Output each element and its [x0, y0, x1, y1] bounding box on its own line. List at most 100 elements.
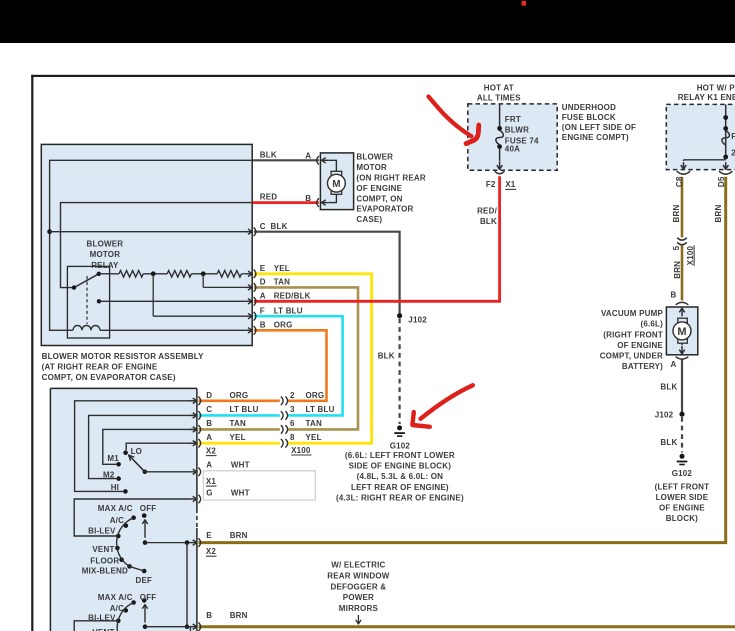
- svg-text:E: E: [260, 264, 266, 273]
- svg-text:(AT RIGHT REAR OF ENGINE: (AT RIGHT REAR OF ENGINE: [42, 363, 158, 372]
- svg-text:(LEFT FRONT: (LEFT FRONT: [655, 482, 710, 491]
- svg-text:B: B: [206, 419, 212, 428]
- svg-text:BRN: BRN: [673, 261, 682, 279]
- svg-text:BATTERY): BATTERY): [622, 362, 663, 371]
- svg-text:LO: LO: [131, 447, 143, 456]
- svg-text:BLK: BLK: [378, 351, 395, 360]
- svg-text:OF ENGINE: OF ENGINE: [617, 341, 663, 350]
- svg-text:6: 6: [290, 419, 295, 428]
- svg-text:YEL: YEL: [274, 264, 290, 273]
- svg-text:C8: C8: [675, 176, 684, 187]
- svg-text:EVAPORATOR: EVAPORATOR: [356, 205, 413, 214]
- svg-text:BLK: BLK: [660, 383, 677, 392]
- svg-text:BLK: BLK: [480, 217, 497, 226]
- svg-text:W/ ELECTRIC: W/ ELECTRIC: [331, 561, 385, 570]
- svg-text:BLOWER: BLOWER: [87, 240, 124, 249]
- svg-text:BI-LEV: BI-LEV: [88, 614, 116, 623]
- svg-text:2: 2: [290, 391, 295, 400]
- svg-text:C: C: [260, 222, 266, 231]
- svg-text:F: F: [260, 306, 265, 315]
- svg-text:ORG: ORG: [306, 391, 325, 400]
- svg-text:RED/: RED/: [477, 207, 497, 216]
- svg-text:B: B: [260, 320, 266, 329]
- svg-text:A/C: A/C: [110, 604, 124, 613]
- svg-text:D: D: [206, 391, 212, 400]
- svg-text:M: M: [677, 326, 686, 338]
- svg-text:LT BLU: LT BLU: [230, 405, 259, 414]
- svg-text:ENGINE COMPT): ENGINE COMPT): [562, 133, 629, 142]
- svg-text:VENT: VENT: [92, 545, 114, 554]
- svg-text:C: C: [206, 405, 212, 414]
- svg-text:B: B: [305, 194, 311, 203]
- svg-text:RELAY K1 ENERGIZED: RELAY K1 ENERGIZED: [678, 93, 735, 102]
- svg-text:LT BLU: LT BLU: [274, 306, 303, 315]
- svg-text:BLWR: BLWR: [505, 125, 529, 134]
- svg-text:A: A: [206, 461, 212, 470]
- svg-text:(ON LEFT SIDE OF: (ON LEFT SIDE OF: [562, 123, 636, 132]
- svg-text:RED: RED: [260, 193, 278, 202]
- svg-text:BLOWER: BLOWER: [356, 153, 393, 162]
- svg-text:8: 8: [290, 433, 295, 442]
- svg-text:TAN: TAN: [230, 419, 246, 428]
- svg-text:M2: M2: [103, 471, 115, 480]
- svg-text:(6.6L: LEFT FRONT LOWER: (6.6L: LEFT FRONT LOWER: [345, 451, 455, 460]
- svg-text:MOTOR: MOTOR: [356, 163, 387, 172]
- svg-text:D: D: [260, 278, 266, 287]
- svg-text:BRN: BRN: [672, 205, 681, 223]
- svg-text:BLK: BLK: [660, 438, 677, 447]
- svg-text:3: 3: [290, 405, 295, 414]
- svg-text:25: 25: [731, 148, 735, 157]
- svg-text:FLOOR: FLOOR: [90, 557, 119, 566]
- svg-text:(4.3L: RIGHT REAR OF ENGINE): (4.3L: RIGHT REAR OF ENGINE): [336, 494, 464, 503]
- svg-text:5: 5: [672, 245, 681, 250]
- svg-text:COMPT, UNDER: COMPT, UNDER: [600, 352, 663, 361]
- svg-text:UNDERHOOD: UNDERHOOD: [562, 103, 616, 112]
- svg-text:G102: G102: [390, 441, 411, 450]
- svg-text:A: A: [671, 360, 677, 369]
- svg-text:X2: X2: [206, 446, 217, 455]
- svg-text:ORG: ORG: [274, 320, 293, 329]
- svg-text:F2: F2: [486, 180, 496, 189]
- svg-text:OFF: OFF: [140, 593, 157, 602]
- svg-text:D5: D5: [717, 176, 726, 187]
- svg-text:TAN: TAN: [306, 419, 322, 428]
- svg-text:MAX A/C: MAX A/C: [98, 504, 133, 513]
- svg-text:J102: J102: [408, 316, 427, 325]
- svg-text:RELAY: RELAY: [91, 261, 119, 270]
- svg-text:MAX A/C: MAX A/C: [98, 593, 133, 602]
- svg-text:WHT: WHT: [231, 461, 250, 470]
- svg-text:(6.6L): (6.6L): [640, 320, 663, 329]
- svg-text:(RIGHT FRONT: (RIGHT FRONT: [603, 330, 663, 339]
- svg-text:CASE): CASE): [356, 215, 382, 224]
- svg-text:BRN: BRN: [230, 611, 248, 620]
- svg-text:HI: HI: [111, 483, 119, 492]
- svg-text:G102: G102: [672, 469, 693, 478]
- svg-text:REAR WINDOW: REAR WINDOW: [327, 571, 389, 580]
- svg-text:BLOWER MOTOR RESISTOR ASSEMBLY: BLOWER MOTOR RESISTOR ASSEMBLY: [42, 352, 204, 361]
- svg-text:LT BLU: LT BLU: [306, 405, 335, 414]
- svg-text:MIRRORS: MIRRORS: [339, 604, 379, 613]
- svg-text:(4.8L, 5.3L & 6.0L: ON: (4.8L, 5.3L & 6.0L: ON: [357, 472, 444, 481]
- svg-text:M: M: [332, 179, 340, 190]
- svg-text:E: E: [206, 531, 212, 540]
- svg-text:YEL: YEL: [306, 433, 322, 442]
- svg-text:OF ENGINE: OF ENGINE: [659, 504, 705, 513]
- svg-text:BI-LEV: BI-LEV: [88, 527, 116, 536]
- svg-text:FU: FU: [731, 132, 735, 141]
- svg-text:LEFT REAR OF ENGINE): LEFT REAR OF ENGINE): [351, 483, 449, 492]
- svg-text:LOWER SIDE: LOWER SIDE: [656, 493, 709, 502]
- svg-text:J102: J102: [655, 411, 674, 420]
- svg-text:B: B: [206, 611, 212, 620]
- svg-text:BRN: BRN: [230, 531, 248, 540]
- svg-text:DEF: DEF: [136, 576, 153, 585]
- svg-text:X100: X100: [291, 446, 311, 455]
- svg-text:A/C: A/C: [110, 516, 124, 525]
- svg-text:G: G: [206, 489, 212, 498]
- svg-text:M1: M1: [107, 454, 119, 463]
- svg-text:FRT: FRT: [505, 115, 521, 124]
- svg-text:HOT W/ PUMP: HOT W/ PUMP: [697, 84, 735, 93]
- svg-text:MIX-BLEND: MIX-BLEND: [82, 566, 128, 575]
- svg-text:BLOCK): BLOCK): [666, 514, 698, 523]
- svg-text:BRN: BRN: [714, 205, 723, 223]
- svg-text:OF ENGINE: OF ENGINE: [356, 184, 402, 193]
